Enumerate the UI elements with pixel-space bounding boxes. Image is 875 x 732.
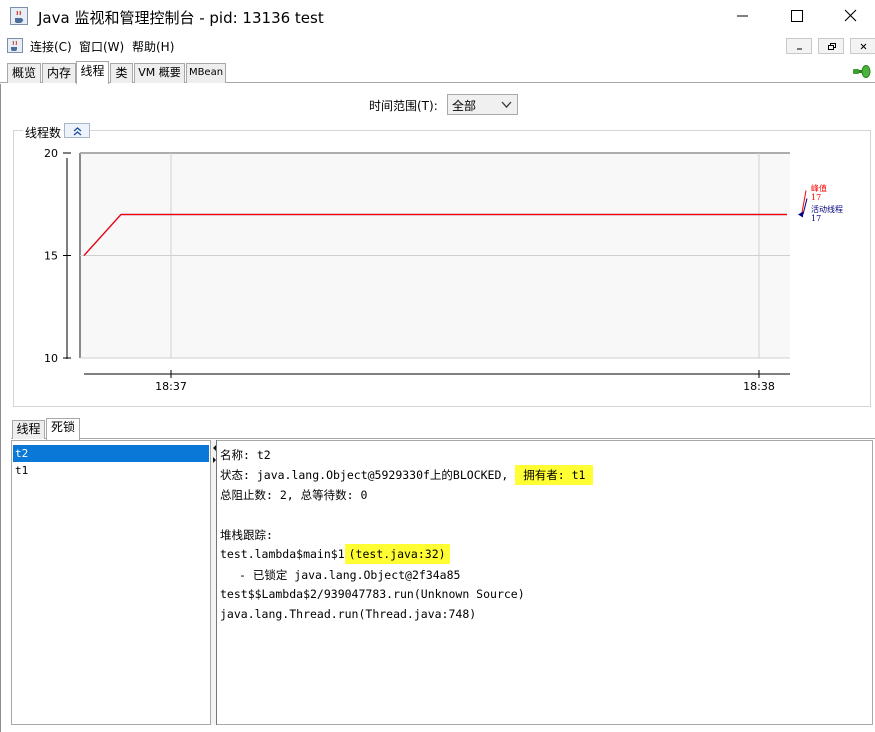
legend-value: 17 [811, 214, 821, 223]
maximize-icon [791, 10, 803, 22]
legend-label: 峰值 [811, 183, 827, 193]
tab-threads-list[interactable]: 线程 [12, 420, 45, 439]
collapse-button[interactable] [64, 123, 90, 138]
restore-icon [828, 43, 836, 50]
double-chevron-up-icon [73, 127, 82, 136]
maximize-button[interactable] [770, 0, 822, 32]
main-tabs: 概览 内存 线程 类 VM 概要 MBean [0, 61, 875, 84]
mdi-restore-button[interactable] [818, 38, 844, 54]
title-bar: Java 监视和管理控制台 - pid: 13136 test [0, 0, 875, 34]
tab-memory[interactable]: 内存 [42, 63, 76, 83]
close-icon [844, 9, 857, 22]
tab-overview[interactable]: 概览 [7, 63, 41, 83]
locked-monitor: - 已锁定 java.lang.Object@2f34a85 [239, 568, 461, 582]
stack-frame: test.lambda$main$1 (test.java:32) [220, 544, 450, 564]
java-cup-icon[interactable] [7, 38, 23, 53]
detail-tabs: 线程 死锁 [11, 418, 875, 440]
close-icon [860, 43, 867, 50]
minimize-icon [797, 48, 802, 50]
y-tick-label: 10 [44, 352, 58, 365]
menu-window[interactable]: 窗口(W) [79, 38, 124, 55]
list-item[interactable]: t1 [13, 462, 209, 479]
time-range-value: 全部 [452, 99, 477, 113]
list-item[interactable]: t2 [13, 445, 209, 462]
time-range-select[interactable]: 全部 [447, 94, 518, 115]
tab-mbean[interactable]: MBean [186, 63, 226, 83]
y-tick-label: 15 [44, 250, 58, 263]
legend-connector [802, 198, 808, 215]
thread-count-chart: 10 15 20 18:37 18:38 峰值 17 活动线程 17 [13, 130, 871, 407]
window-title: Java 监视和管理控制台 - pid: 13136 test [38, 9, 324, 27]
stack-frame-method: test.lambda$main$1 [220, 547, 345, 561]
thread-state: 状态: java.lang.Object@5929330f上的BLOCKED, … [220, 465, 594, 485]
thread-counts: 总阻止数: 2, 总等待数: 0 [220, 488, 368, 502]
state-text: 状态: java.lang.Object@5929330f上的BLOCKED, [220, 468, 509, 482]
menu-bar: 连接(C) 窗口(W) 帮助(H) [0, 35, 875, 57]
thread-detail: 名称: t2 状态: java.lang.Object@5929330f上的BL… [217, 440, 873, 725]
menu-connection[interactable]: 连接(C) [30, 38, 72, 55]
mdi-minimize-button[interactable] [786, 38, 812, 54]
tab-deadlock[interactable]: 死锁 [46, 418, 80, 440]
connected-plug-icon[interactable] [851, 62, 871, 82]
mdi-close-button[interactable] [850, 38, 875, 54]
menu-help[interactable]: 帮助(H) [132, 38, 174, 55]
owner-highlight: 拥有者: t1 [515, 465, 594, 485]
thread-name: 名称: t2 [220, 448, 271, 462]
java-cup-icon [10, 7, 28, 25]
x-tick-label: 18:38 [743, 380, 775, 393]
legend-value: 17 [811, 193, 821, 202]
minimize-icon [737, 15, 748, 17]
tab-vm-summary[interactable]: VM 概要 [134, 63, 185, 83]
chart-canvas: 10152018:37 18:38 峰值17活动线程17 [44, 147, 843, 393]
time-range-label: 时间范围(T): [369, 99, 438, 113]
minimize-button[interactable] [716, 0, 768, 32]
tab-classes[interactable]: 类 [110, 63, 133, 83]
thread-list: t2 t1 [11, 440, 211, 725]
chevron-down-icon [501, 101, 512, 108]
stack-frame: test$$Lambda$2/939047783.run(Unknown Sou… [220, 587, 525, 601]
location-highlight: (test.java:32) [344, 544, 450, 564]
tab-threads[interactable]: 线程 [76, 61, 109, 84]
chart-title: 线程数 [23, 124, 64, 141]
close-button[interactable] [824, 0, 875, 32]
legend-label: 活动线程 [811, 204, 843, 214]
x-tick-label: 18:37 [155, 380, 187, 393]
stack-frame: java.lang.Thread.run(Thread.java:748) [220, 607, 477, 621]
y-tick-label: 20 [44, 147, 58, 160]
stack-label: 堆栈跟踪: [220, 528, 273, 542]
